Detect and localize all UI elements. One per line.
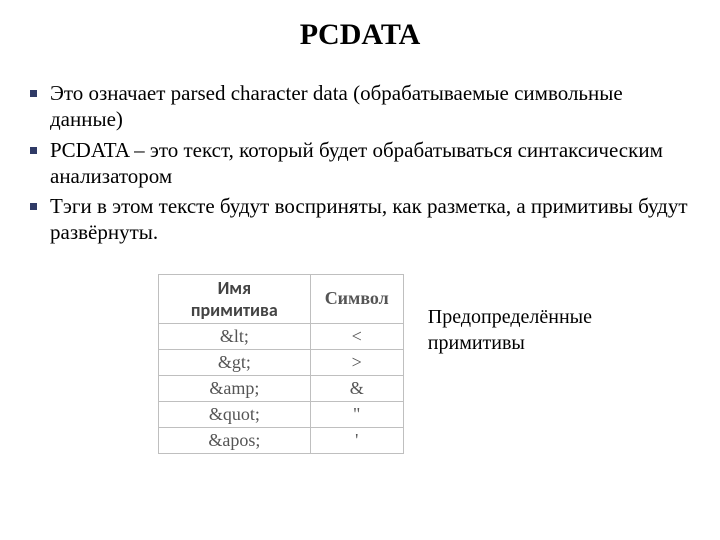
table-cell: &gt; bbox=[159, 349, 311, 375]
table-row: &quot; " bbox=[159, 401, 404, 427]
page-title: PCDATA bbox=[28, 18, 692, 52]
table-row: &gt; > bbox=[159, 349, 404, 375]
table-cell: &lt; bbox=[159, 323, 311, 349]
primitives-table: Имя примитива Символ &lt; < &gt; > &amp;… bbox=[158, 274, 404, 454]
table-cell: &quot; bbox=[159, 401, 311, 427]
table-header: Имя примитива bbox=[159, 274, 311, 323]
table-cell: > bbox=[310, 349, 403, 375]
bullet-item: Это означает parsed character data (обра… bbox=[28, 80, 692, 133]
table-header: Символ bbox=[310, 274, 403, 323]
table-header-row: Имя примитива Символ bbox=[159, 274, 404, 323]
table-cell: & bbox=[310, 375, 403, 401]
bullet-list: Это означает parsed character data (обра… bbox=[28, 80, 692, 246]
slide: PCDATA Это означает parsed character dat… bbox=[0, 0, 720, 454]
table-row: &amp; & bbox=[159, 375, 404, 401]
table-cell: &amp; bbox=[159, 375, 311, 401]
table-row: &apos; ' bbox=[159, 427, 404, 453]
table-row: &lt; < bbox=[159, 323, 404, 349]
bullet-item: PCDATA – это текст, который будет обраба… bbox=[28, 137, 692, 190]
table-cell: < bbox=[310, 323, 403, 349]
table-cell: " bbox=[310, 401, 403, 427]
table-cell: ' bbox=[310, 427, 403, 453]
table-cell: &apos; bbox=[159, 427, 311, 453]
lower-row: Имя примитива Символ &lt; < &gt; > &amp;… bbox=[158, 274, 692, 454]
table-caption: Предопределённые примитивы bbox=[428, 274, 692, 356]
bullet-item: Тэги в этом тексте будут восприняты, как… bbox=[28, 193, 692, 246]
